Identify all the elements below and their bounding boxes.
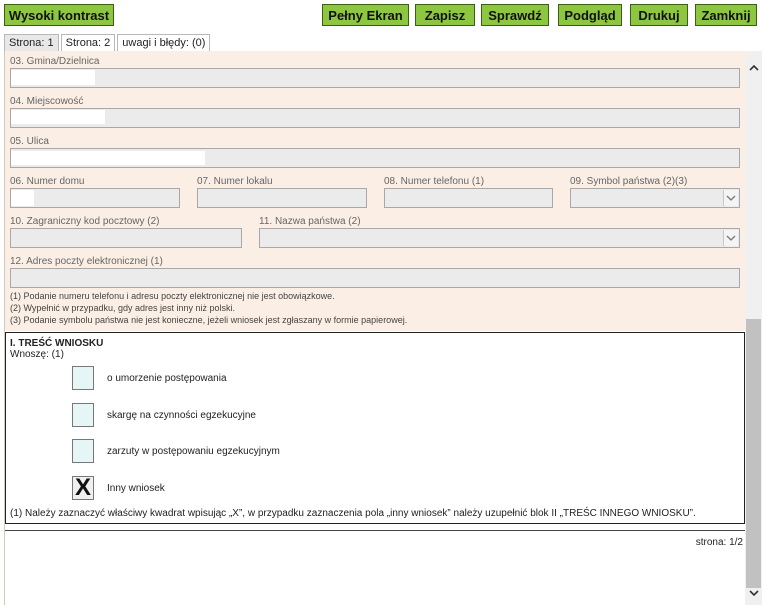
gmina-field[interactable]	[10, 68, 740, 88]
footnote-3: (3) Podanie symbolu państwa nie jest kon…	[10, 315, 408, 325]
numer-telefonu-label: 08. Numer telefonu (1)	[384, 176, 485, 187]
numer-lokalu-field[interactable]	[197, 188, 367, 208]
checkbox-zarzuty-label: zarzuty w postępowaniu egzekucyjnym	[107, 446, 280, 457]
vertical-scrollbar[interactable]	[745, 51, 762, 605]
email-field[interactable]	[10, 268, 740, 288]
symbol-panstwa-label: 09. Symbol państwa (2)(3)	[570, 176, 688, 187]
nazwa-panstwa-select[interactable]	[259, 228, 740, 248]
checkbox-skarga[interactable]	[72, 403, 94, 427]
numer-telefonu-field[interactable]	[384, 188, 553, 208]
tab-page-2[interactable]: Strona: 2	[60, 34, 116, 51]
ulica-label: 05. Ulica	[10, 136, 49, 147]
gmina-label: 03. Gmina/Dzielnica	[10, 56, 100, 67]
kod-pocztowy-label: 10. Zagraniczny kod pocztowy (2)	[10, 216, 160, 227]
fullscreen-button[interactable]: Pełny Ekran	[322, 4, 409, 26]
preview-button[interactable]: Podgląd	[558, 4, 622, 26]
page-divider	[5, 530, 746, 531]
close-button[interactable]: Zamknij	[695, 4, 757, 26]
checkbox-mark: X	[75, 474, 92, 501]
page-tabs: Strona: 1 Strona: 2 uwagi i błędy: (0)	[4, 34, 212, 51]
email-label: 12. Adres poczty elektronicznej (1)	[10, 256, 163, 267]
high-contrast-button[interactable]: Wysoki kontrast	[4, 4, 114, 26]
gmina-redacted-value	[11, 70, 95, 85]
tab-page-1[interactable]: Strona: 1	[4, 34, 59, 51]
symbol-panstwa-select[interactable]	[570, 188, 740, 208]
chevron-down-icon[interactable]	[723, 190, 738, 206]
page-indicator: strona: 1/2	[695, 537, 743, 548]
footnote-2: (2) Wypełnić w przypadku, gdy adres jest…	[10, 303, 236, 313]
footnote-1: (1) Podanie numeru telefonu i adresu poc…	[10, 291, 335, 301]
checkbox-inny-wniosek[interactable]: X	[72, 474, 94, 501]
scroll-up-arrow-icon[interactable]	[745, 59, 762, 76]
miejscowosc-label: 04. Miejscowość	[10, 96, 84, 107]
checkbox-umorzenie-label: o umorzenie postępowania	[107, 373, 227, 384]
chevron-down-icon[interactable]	[723, 230, 738, 246]
numer-domu-field[interactable]	[10, 188, 180, 208]
checkbox-zarzuty[interactable]	[72, 439, 94, 463]
checkbox-skarga-label: skargę na czynności egzekucyjne	[107, 410, 256, 421]
section-subtitle: Wnoszę: (1)	[10, 349, 64, 360]
checkbox-umorzenie[interactable]	[72, 366, 94, 390]
numer-domu-redacted-value	[11, 190, 34, 206]
form-content: 03. Gmina/Dzielnica 04. Miejscowość 05. …	[4, 51, 746, 605]
miejscowosc-field[interactable]	[10, 108, 740, 128]
numer-domu-label: 06. Numer domu	[10, 176, 85, 187]
section-request-content: I. TREŚĆ WNIOSKU Wnoszę: (1) o umorzenie…	[5, 332, 745, 524]
nazwa-panstwa-label: 11. Nazwa państwa (2)	[259, 216, 361, 227]
section-footnote: (1) Należy zaznaczyć właściwy kwadrat wp…	[10, 508, 696, 519]
save-button[interactable]: Zapisz	[415, 4, 475, 26]
checkbox-inny-wniosek-label: Inny wniosek	[107, 483, 165, 494]
kod-pocztowy-field[interactable]	[10, 228, 242, 248]
scrollbar-thumb[interactable]	[746, 319, 761, 588]
ulica-redacted-value	[11, 151, 205, 165]
check-button[interactable]: Sprawdź	[481, 4, 549, 26]
print-button[interactable]: Drukuj	[630, 4, 688, 26]
miejscowosc-redacted-value	[11, 110, 105, 124]
scroll-down-arrow-icon[interactable]	[745, 584, 762, 601]
tab-notes-errors[interactable]: uwagi i błędy: (0)	[117, 34, 211, 51]
numer-lokalu-label: 07. Numer lokalu	[197, 176, 273, 187]
section-title: I. TREŚĆ WNIOSKU	[10, 338, 104, 349]
